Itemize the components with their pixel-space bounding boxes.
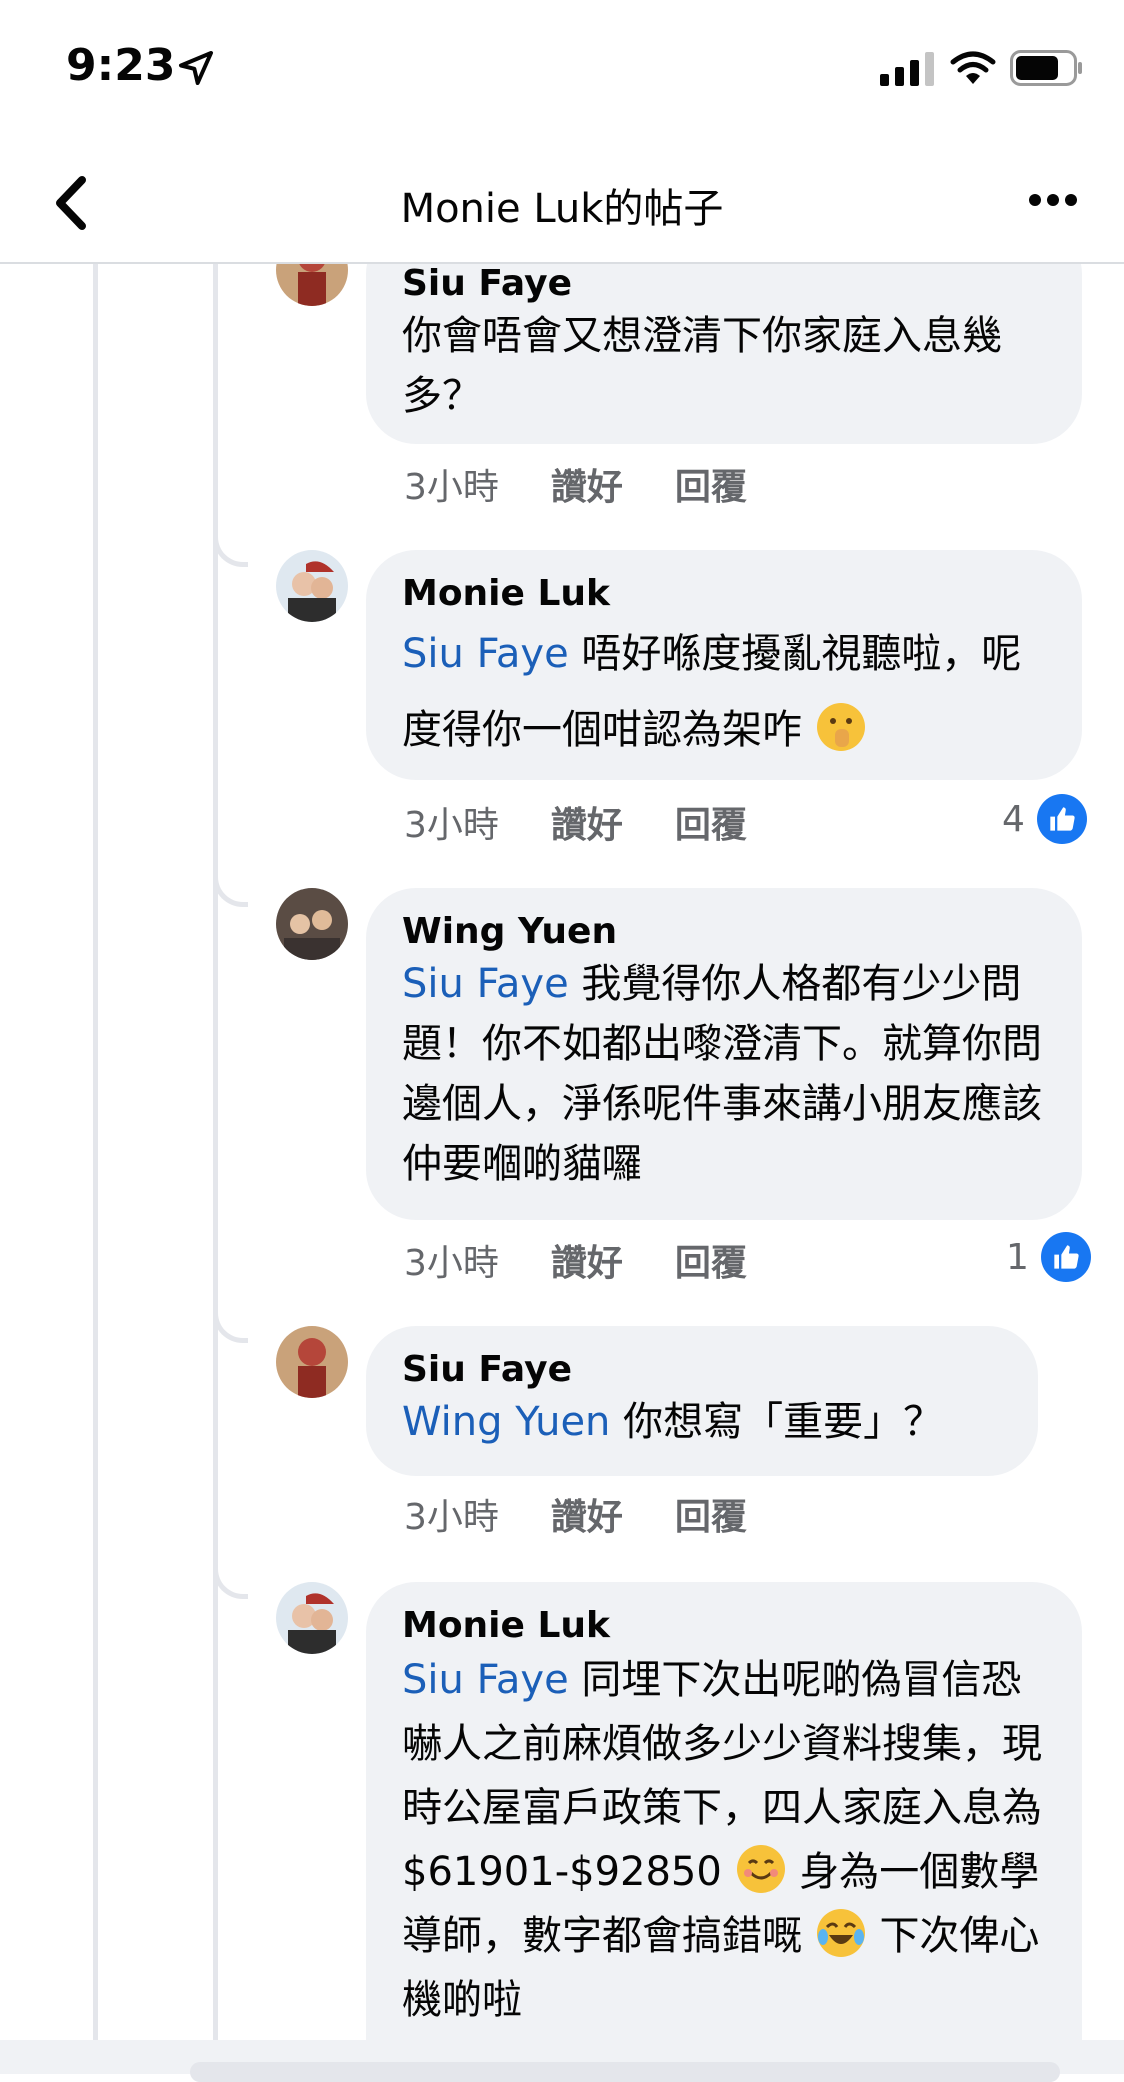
comment-author[interactable]: Siu Faye <box>402 1348 1002 1392</box>
like-reaction-icon <box>1040 1232 1091 1282</box>
cellular-signal-icon <box>880 52 934 86</box>
comment-bubble: Monie Luk Siu Faye 同埋下次出呢啲偽冒信恐嚇人之前麻煩做多少少… <box>366 1582 1082 2054</box>
page-title: Monie Luk的帖子 <box>400 186 724 232</box>
comment-author[interactable]: Monie Luk <box>402 1604 1046 1648</box>
comment-bubble: Wing Yuen Siu Faye 我覺得你人格都有少少問題！你不如都出嚟澄清… <box>366 888 1082 1220</box>
comment-text: Siu Faye 同埋下次出呢啲偽冒信恐嚇人之前麻煩做多少少資料搜集，現時公屋富… <box>402 1648 1046 2032</box>
comment-actions: 3小時 讚好 回覆 <box>404 458 747 510</box>
comment-author[interactable]: Wing Yuen <box>402 910 1046 954</box>
comment-text: Siu Faye 唔好喺度擾亂視聽啦，呢度得你一個咁認為架咋 <box>402 616 1046 768</box>
like-button[interactable]: 讚好 <box>551 1488 623 1540</box>
comment-text: 你會唔會又想澄清下你家庭入息幾多？ <box>402 313 1002 419</box>
comment-time: 3小時 <box>404 1497 499 1538</box>
reply-button[interactable]: 回覆 <box>675 1488 747 1540</box>
thread-connector <box>213 1304 248 1343</box>
avatar[interactable] <box>276 1582 348 1654</box>
like-button[interactable]: 讚好 <box>551 796 623 848</box>
reply-button[interactable]: 回覆 <box>675 1234 747 1286</box>
mention-link[interactable]: Siu Faye <box>402 961 569 1007</box>
comment-actions: 3小時 讚好 回覆 <box>404 796 747 848</box>
comment-actions: 3小時 讚好 回覆 <box>404 1234 747 1286</box>
thread-connector <box>213 868 248 907</box>
comment-body: 你想寫「重要」？ <box>623 1399 944 1445</box>
comment-time: 3小時 <box>404 1243 499 1284</box>
comment-bubble: Siu Faye Wing Yuen 你想寫「重要」？ <box>366 1326 1038 1476</box>
reply-button[interactable]: 回覆 <box>675 458 747 510</box>
like-reaction-icon <box>1036 794 1087 844</box>
comment-author[interactable]: Monie Luk <box>402 572 1046 616</box>
smiling-face-emoji-icon <box>736 1845 785 1893</box>
navigation-header: Monie Luk的帖子 <box>0 140 1124 264</box>
thread-connector <box>213 1560 248 1599</box>
avatar[interactable] <box>276 1326 348 1398</box>
shushing-face-emoji-icon <box>816 703 865 751</box>
comment-input-field[interactable] <box>190 2062 1060 2082</box>
thread-connector <box>213 528 248 567</box>
mention-link[interactable]: Wing Yuen <box>402 1399 610 1445</box>
reaction-summary[interactable]: 1 <box>1006 1232 1091 1282</box>
comment-author[interactable]: Siu Faye <box>402 264 1046 306</box>
comment-time: 3小時 <box>404 467 499 508</box>
like-button[interactable]: 讚好 <box>551 458 623 510</box>
thread-line-outer <box>93 264 98 2054</box>
reaction-summary[interactable]: 4 <box>1002 794 1087 844</box>
location-arrow-icon <box>179 51 213 85</box>
comment-text: Siu Faye 我覺得你人格都有少少問題！你不如都出嚟澄清下。就算你問邊個人，… <box>402 954 1046 1194</box>
comment-thread: Siu Faye 你會唔會又想澄清下你家庭入息幾多？ 3小時 讚好 回覆 Mon… <box>0 264 1124 2054</box>
comment-text: Wing Yuen 你想寫「重要」？ <box>402 1392 1002 1452</box>
more-options-icon[interactable] <box>1028 190 1078 210</box>
wifi-icon <box>950 51 996 84</box>
comment-time: 3小時 <box>404 805 499 846</box>
tears-of-joy-emoji-icon <box>816 1909 865 1957</box>
reaction-count: 4 <box>1002 798 1025 840</box>
reaction-count: 1 <box>1006 1236 1029 1278</box>
avatar[interactable] <box>276 888 348 960</box>
comment-actions: 3小時 讚好 回覆 <box>404 1488 747 1540</box>
reply-button[interactable]: 回覆 <box>675 796 747 848</box>
like-button[interactable]: 讚好 <box>551 1234 623 1286</box>
mention-link[interactable]: Siu Faye <box>402 631 569 677</box>
avatar[interactable] <box>276 550 348 622</box>
status-bar: 9:23 <box>0 0 1124 140</box>
battery-icon <box>1010 50 1082 86</box>
comment-bubble: Siu Faye 你會唔會又想澄清下你家庭入息幾多？ <box>366 264 1082 444</box>
avatar[interactable] <box>276 264 348 306</box>
comment-bubble: Monie Luk Siu Faye 唔好喺度擾亂視聽啦，呢度得你一個咁認為架咋 <box>366 550 1082 780</box>
mention-link[interactable]: Siu Faye <box>402 1657 569 1703</box>
status-time: 9:23 <box>66 40 176 91</box>
